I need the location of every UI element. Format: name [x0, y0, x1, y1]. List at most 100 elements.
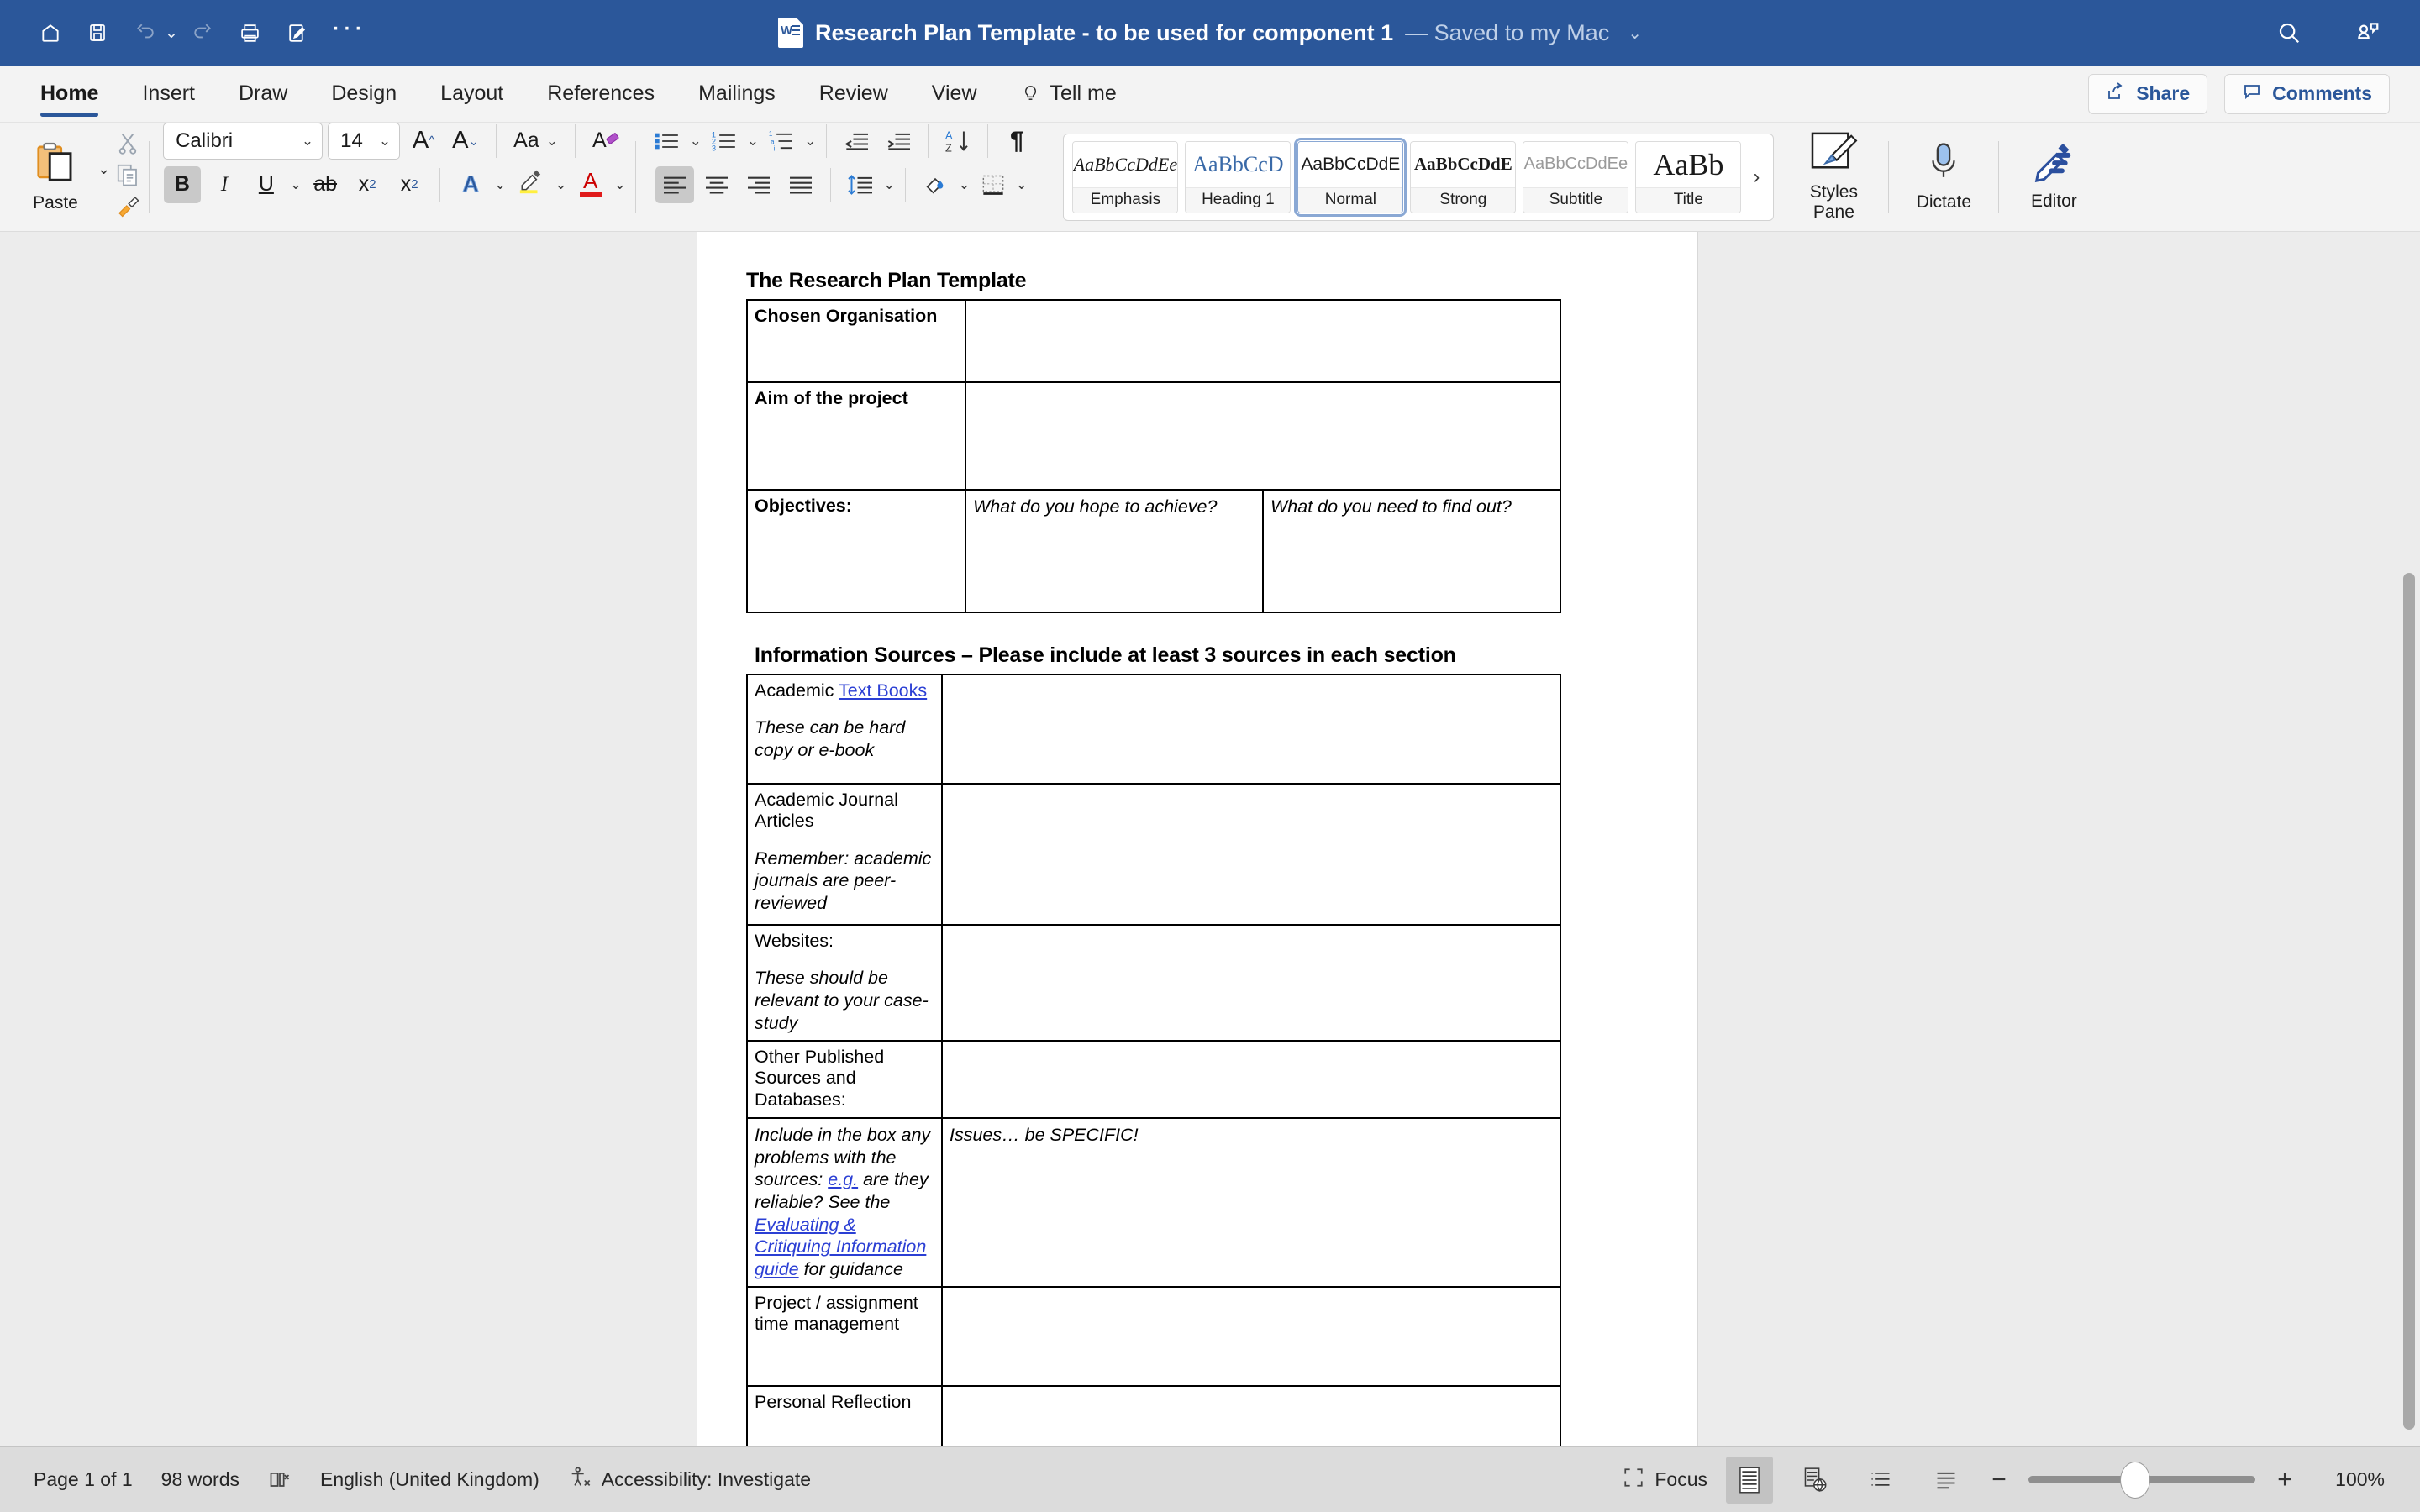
text-effects-button[interactable]: A — [452, 166, 489, 203]
issues-link-eg[interactable]: e.g. — [828, 1169, 858, 1189]
tab-view[interactable]: View — [910, 66, 999, 123]
justify-button[interactable] — [781, 166, 820, 203]
scrollbar-thumb[interactable] — [2403, 573, 2415, 1430]
style-strong[interactable]: AaBbCcDdE Strong — [1410, 140, 1517, 213]
style-title[interactable]: AaBb Title — [1635, 140, 1742, 213]
search-icon[interactable] — [2267, 11, 2311, 55]
quick-print-icon[interactable] — [276, 11, 319, 55]
paste-dropdown-caret-icon[interactable]: ⌄ — [97, 160, 110, 178]
format-painter-icon[interactable] — [115, 193, 140, 223]
editor-button[interactable]: Editor — [2007, 142, 2100, 212]
tab-review[interactable]: Review — [797, 66, 910, 123]
cell-textbooks-value[interactable] — [941, 674, 1561, 785]
style-emphasis[interactable]: AaBbCcDdEe Emphasis — [1072, 140, 1179, 213]
cell-personal-reflection-value[interactable] — [941, 1384, 1561, 1446]
table-row[interactable]: Chosen Organisation — [746, 299, 1561, 383]
zoom-out-button[interactable]: − — [1988, 1466, 2010, 1494]
cell-journals-value[interactable] — [941, 783, 1561, 926]
style-subtitle[interactable]: AaBbCcDdEe Subtitle — [1523, 140, 1629, 213]
align-left-button[interactable] — [655, 165, 695, 203]
numbering-button[interactable]: 123 — [705, 123, 744, 160]
tab-draw[interactable]: Draw — [217, 66, 309, 123]
borders-button[interactable] — [974, 166, 1013, 203]
paste-button[interactable]: Paste — [15, 140, 96, 213]
proofing-errors-icon[interactable] — [268, 1468, 292, 1492]
table-row[interactable]: Project / assignment time management — [746, 1285, 1561, 1387]
tab-design[interactable]: Design — [309, 66, 418, 123]
bullets-caret-icon[interactable]: ⌄ — [690, 133, 702, 150]
style-heading1[interactable]: AaBbCcD Heading 1 — [1185, 140, 1292, 213]
save-status[interactable]: — Saved to my Mac — [1405, 20, 1609, 46]
italic-button[interactable]: I — [206, 166, 243, 203]
cell-time-management-value[interactable] — [941, 1285, 1561, 1387]
textbooks-link[interactable]: Text Books — [839, 680, 927, 701]
highlight-button[interactable] — [511, 166, 550, 203]
tab-home[interactable]: Home — [18, 66, 120, 123]
share-button[interactable]: Share — [2088, 73, 2208, 114]
cell-chosen-organisation-value[interactable] — [965, 299, 1561, 383]
align-center-button[interactable] — [697, 166, 736, 203]
table-row[interactable]: Objectives: What do you hope to achieve?… — [746, 489, 1561, 613]
styles-gallery-more-icon[interactable]: › — [1748, 165, 1765, 189]
tab-mailings[interactable]: Mailings — [676, 66, 797, 123]
shading-button[interactable] — [916, 166, 955, 203]
save-icon[interactable] — [76, 11, 119, 55]
multilevel-list-button[interactable]: 1ai — [762, 123, 801, 160]
redo-icon[interactable] — [182, 11, 225, 55]
zoom-slider[interactable] — [2028, 1457, 2255, 1504]
cell-objectives-findout[interactable]: What do you need to find out? — [1262, 489, 1561, 613]
undo-icon[interactable] — [123, 11, 166, 55]
show-formatting-marks-button[interactable]: ¶ — [998, 123, 1035, 160]
highlight-caret-icon[interactable]: ⌄ — [555, 176, 566, 193]
tab-layout[interactable]: Layout — [418, 66, 525, 123]
save-status-caret-icon[interactable]: ⌄ — [1628, 23, 1642, 44]
font-size-combo[interactable]: 14 ⌄ — [328, 122, 401, 160]
table-row[interactable]: Personal Reflection — [746, 1384, 1561, 1446]
page-count[interactable]: Page 1 of 1 — [34, 1468, 133, 1491]
line-spacing-caret-icon[interactable]: ⌄ — [883, 176, 895, 193]
table-row[interactable]: Academic Journal Articles Remember: acad… — [746, 783, 1561, 926]
language-indicator[interactable]: English (United Kingdom) — [320, 1468, 539, 1491]
shrink-font-button[interactable]: A ⌄ — [447, 123, 484, 160]
table-row[interactable]: Websites: These should be relevant to yo… — [746, 924, 1561, 1042]
strikethrough-button[interactable]: ab — [307, 166, 344, 203]
undo-dropdown-caret[interactable]: ⌄ — [165, 24, 178, 43]
cut-icon[interactable] — [115, 131, 140, 160]
draft-view-button[interactable] — [1923, 1457, 1970, 1504]
research-plan-table[interactable]: Chosen Organisation Aim of the project O… — [746, 299, 1561, 613]
style-normal[interactable]: AaBbCcDdE Normal — [1294, 137, 1407, 217]
copy-icon[interactable] — [115, 162, 140, 192]
vertical-scrollbar[interactable] — [2403, 254, 2415, 1430]
cell-other-sources-value[interactable] — [941, 1040, 1561, 1119]
table-row[interactable]: Other Published Sources and Databases: — [746, 1040, 1561, 1119]
subscript-button[interactable]: x2 — [349, 166, 386, 203]
cell-websites-value[interactable] — [941, 924, 1561, 1042]
word-count[interactable]: 98 words — [161, 1468, 239, 1491]
shading-caret-icon[interactable]: ⌄ — [958, 176, 970, 193]
print-icon[interactable] — [229, 11, 272, 55]
table-row[interactable]: Academic Text Books These can be hard co… — [746, 674, 1561, 785]
multilevel-caret-icon[interactable]: ⌄ — [804, 133, 816, 150]
line-spacing-button[interactable] — [841, 166, 880, 203]
table-row[interactable]: Aim of the project — [746, 381, 1561, 491]
superscript-button[interactable]: x2 — [391, 166, 428, 203]
zoom-level[interactable]: 100% — [2314, 1468, 2385, 1491]
collaborators-icon[interactable] — [2346, 11, 2390, 55]
font-name-combo[interactable]: Calibri ⌄ — [163, 122, 324, 160]
bold-button[interactable]: B — [163, 165, 201, 203]
font-color-caret-icon[interactable]: ⌄ — [614, 176, 626, 193]
font-color-button[interactable]: A — [572, 166, 609, 203]
accessibility-status[interactable]: Accessibility: Investigate — [568, 1466, 811, 1494]
home-icon[interactable] — [29, 11, 72, 55]
text-effects-caret-icon[interactable]: ⌄ — [494, 176, 506, 193]
print-layout-view-button[interactable] — [1726, 1456, 1773, 1504]
tab-references[interactable]: References — [525, 66, 676, 123]
sort-button[interactable]: AZ — [939, 123, 977, 160]
outline-view-button[interactable] — [1857, 1457, 1904, 1504]
decrease-indent-button[interactable] — [837, 123, 876, 160]
information-sources-table[interactable]: Academic Text Books These can be hard co… — [746, 674, 1561, 1446]
bullets-button[interactable] — [648, 123, 687, 160]
dictate-button[interactable]: Dictate — [1897, 141, 1990, 213]
zoom-slider-knob[interactable] — [2121, 1462, 2149, 1498]
underline-dropdown-caret-icon[interactable]: ⌄ — [290, 176, 302, 193]
